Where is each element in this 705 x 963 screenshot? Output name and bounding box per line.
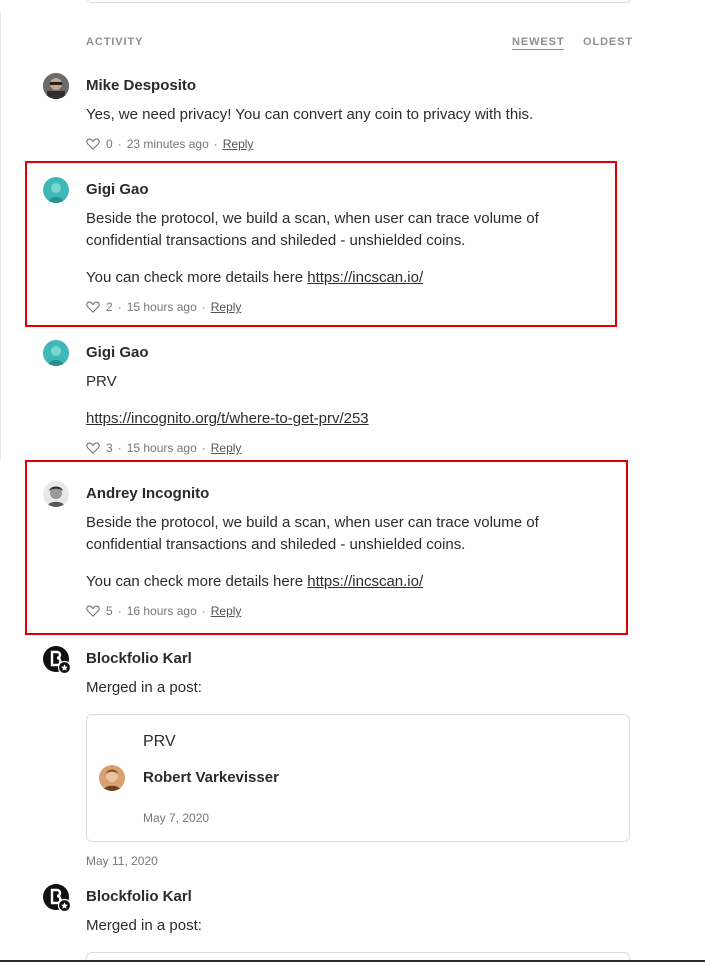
merged-post-card[interactable]: PRV Robert Varkevisser May 7, 2020 xyxy=(86,714,630,842)
meta-separator: · xyxy=(117,441,122,455)
sort-oldest-tab[interactable]: OLDEST xyxy=(583,36,633,48)
meta-separator: · xyxy=(201,441,206,455)
comment-text-prefix: You can check more details here xyxy=(86,573,308,590)
comment-meta: 5 · 16 hours ago · Reply xyxy=(86,604,241,618)
meta-separator: · xyxy=(117,300,122,314)
comment-text: PRV xyxy=(86,373,117,390)
comment-author[interactable]: Gigi Gao xyxy=(86,181,149,198)
heart-icon[interactable] xyxy=(86,605,100,617)
heart-icon[interactable] xyxy=(86,301,100,313)
comment-timestamp: 23 minutes ago xyxy=(126,137,209,151)
comment-text-prefix: You can check more details here xyxy=(86,269,308,286)
merged-post-card[interactable] xyxy=(86,952,630,960)
incognito-prv-link[interactable]: https://incognito.org/t/where-to-get-prv… xyxy=(86,410,369,427)
meta-separator: · xyxy=(117,137,122,151)
comment-text-line: https://incognito.org/t/where-to-get-prv… xyxy=(86,408,596,430)
like-count: 3 xyxy=(106,441,113,455)
avatar[interactable] xyxy=(43,177,69,203)
avatar[interactable] xyxy=(43,340,69,366)
merge-text: Merged in a post: xyxy=(86,917,202,934)
merged-post-title[interactable]: PRV xyxy=(143,733,176,751)
comment-timestamp: 16 hours ago xyxy=(126,604,197,618)
incscan-link[interactable]: https://incscan.io/ xyxy=(307,269,423,286)
comment-text-line: You can check more details here https://… xyxy=(86,571,596,593)
meta-separator: · xyxy=(201,604,206,618)
reply-link[interactable]: Reply xyxy=(211,300,242,314)
comment-meta: 0 · 23 minutes ago · Reply xyxy=(86,137,253,151)
blockfolio-logo-icon[interactable] xyxy=(43,884,72,913)
previous-card-edge xyxy=(86,0,632,3)
reply-link[interactable]: Reply xyxy=(223,137,254,151)
reply-link[interactable]: Reply xyxy=(211,441,242,455)
avatar[interactable] xyxy=(99,765,125,791)
reply-link[interactable]: Reply xyxy=(211,604,242,618)
comment-text: Beside the protocol, we build a scan, wh… xyxy=(86,210,539,249)
comment-timestamp: 15 hours ago xyxy=(126,441,197,455)
bottom-divider xyxy=(0,960,705,962)
heart-icon[interactable] xyxy=(86,138,100,150)
comment-author[interactable]: Blockfolio Karl xyxy=(86,650,192,667)
comment-author[interactable]: Blockfolio Karl xyxy=(86,888,192,905)
comment-text-line: You can check more details here https://… xyxy=(86,267,596,289)
comment-meta: 2 · 15 hours ago · Reply xyxy=(86,300,241,314)
comment-meta: 3 · 15 hours ago · Reply xyxy=(86,441,241,455)
comment-author[interactable]: Andrey Incognito xyxy=(86,485,209,502)
comment-author[interactable]: Mike Desposito xyxy=(86,77,196,94)
comment-text: Yes, we need privacy! You can convert an… xyxy=(86,106,534,123)
incscan-link[interactable]: https://incscan.io/ xyxy=(307,573,423,590)
merged-post-author[interactable]: Robert Varkevisser xyxy=(143,769,279,786)
comment-text: Beside the protocol, we build a scan, wh… xyxy=(86,514,539,553)
comment-author[interactable]: Gigi Gao xyxy=(86,344,149,361)
avatar[interactable] xyxy=(43,73,69,99)
merge-text: Merged in a post: xyxy=(86,679,202,696)
heart-icon[interactable] xyxy=(86,442,100,454)
left-divider xyxy=(0,12,1,460)
meta-separator: · xyxy=(201,300,206,314)
comment-timestamp: 15 hours ago xyxy=(126,300,197,314)
activity-date: May 11, 2020 xyxy=(86,854,158,868)
meta-separator: · xyxy=(117,604,122,618)
like-count: 0 xyxy=(106,137,113,151)
sort-newest-tab[interactable]: NEWEST xyxy=(512,36,565,50)
activity-heading: ACTIVITY xyxy=(86,36,144,48)
avatar[interactable] xyxy=(43,481,69,507)
like-count: 2 xyxy=(106,300,113,314)
blockfolio-logo-icon[interactable] xyxy=(43,646,72,675)
merged-post-date: May 7, 2020 xyxy=(143,811,210,825)
meta-separator: · xyxy=(213,137,218,151)
like-count: 5 xyxy=(106,604,113,618)
